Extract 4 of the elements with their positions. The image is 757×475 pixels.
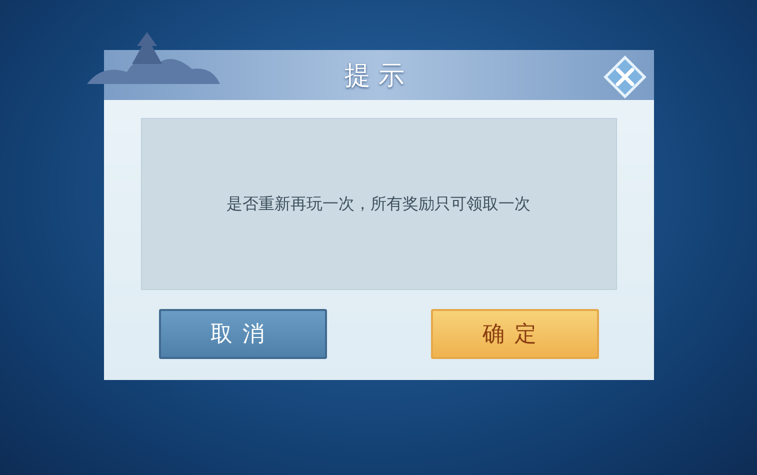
dialog-title: 提示 xyxy=(344,60,412,92)
confirm-button[interactable]: 确定 xyxy=(430,309,598,359)
cancel-button[interactable]: 取消 xyxy=(158,309,326,359)
message-text: 是否重新再玩一次，所有奖励只可领取一次 xyxy=(226,194,530,214)
